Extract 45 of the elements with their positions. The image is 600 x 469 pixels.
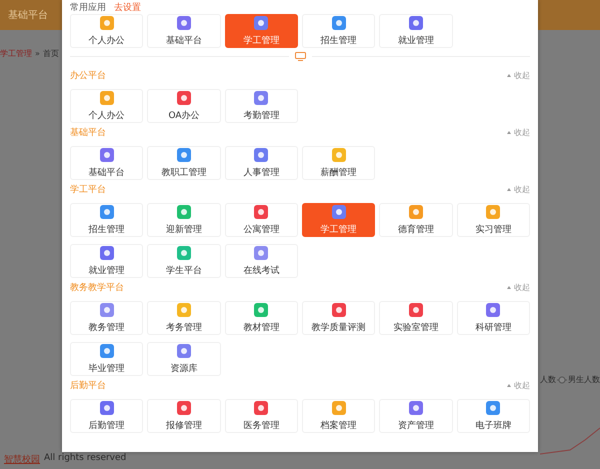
app-tile[interactable]: 实验室管理 [379, 301, 453, 335]
app-tile[interactable]: 教材管理 [224, 301, 298, 335]
breadcrumb-separator: » [35, 49, 40, 58]
app-tile[interactable]: 实习管理 [456, 203, 530, 237]
breadcrumb-item[interactable]: 首页 [42, 48, 59, 59]
app-tile[interactable]: 教学质量评测 [302, 301, 376, 335]
app-tile[interactable]: 考勤管理 [224, 89, 298, 123]
app-tile[interactable]: 薪酬管理 [302, 146, 376, 180]
app-tile[interactable]: 个人办公 [70, 89, 144, 123]
app-tile[interactable]: 就业管理 [379, 14, 453, 48]
app-tile[interactable]: 后勤管理 [70, 399, 144, 433]
app-tile[interactable]: 科研管理 [456, 301, 530, 335]
app-tile[interactable]: 迎新管理 [147, 203, 221, 237]
app-tile[interactable]: 就业管理 [70, 244, 144, 278]
app-tile[interactable]: 电子班牌 [456, 399, 530, 433]
section-title: 后勤平台 [70, 380, 106, 392]
app-tile[interactable]: 基础平台 [70, 146, 144, 180]
section-title: 学工平台 [70, 184, 106, 196]
section-title: 基础平台 [70, 126, 106, 138]
legend-label: 人数 [540, 374, 556, 385]
app-tile[interactable]: 教务管理 [70, 301, 144, 335]
legend-marker-icon [557, 376, 567, 384]
app-tile[interactable]: 学生平台 [147, 244, 221, 278]
app-tile[interactable]: 基础平台 [147, 14, 221, 48]
app-tile[interactable]: 报修管理 [147, 399, 221, 433]
legend-label: 男生人数 [568, 374, 600, 385]
app-tile[interactable]: OA办公 [147, 89, 221, 123]
app-tile[interactable]: 招生管理 [302, 14, 376, 48]
app-tile[interactable]: 资产管理 [379, 399, 453, 433]
app-tile[interactable]: 在线考试 [224, 244, 298, 278]
app-tile[interactable]: 德育管理 [379, 203, 453, 237]
section-title: 常用应用 [70, 2, 106, 14]
app-tile[interactable]: 公寓管理 [224, 203, 298, 237]
section-title: 教务教学平台 [70, 282, 124, 294]
section-title: 办公平台 [70, 70, 106, 82]
app-tile[interactable]: 毕业管理 [70, 342, 144, 376]
app-tile[interactable]: 招生管理 [70, 203, 144, 237]
app-tile[interactable]: 考务管理 [147, 301, 221, 335]
app-tile[interactable]: 档案管理 [302, 399, 376, 433]
app-tile[interactable]: 教职工管理 [147, 146, 221, 180]
footer-text: All rights reserved [44, 453, 126, 465]
app-tile[interactable]: 资源库 [147, 342, 221, 376]
app-tile[interactable]: 人事管理 [224, 146, 298, 180]
app-tile[interactable]: 医务管理 [224, 399, 298, 433]
app-tile[interactable]: 个人办公 [70, 14, 144, 48]
